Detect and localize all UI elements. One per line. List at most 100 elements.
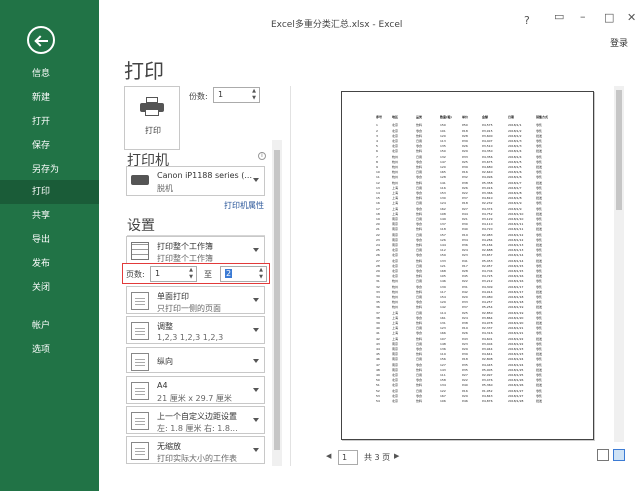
preview-cell: 日期 <box>508 115 515 119</box>
chevron-down-icon <box>253 328 259 332</box>
nav-item[interactable]: 共享 <box>0 204 99 228</box>
preview-cell: 数量(箱) <box>440 115 452 119</box>
paper-icon <box>131 382 149 400</box>
nav-item[interactable]: 打开 <box>0 110 99 134</box>
nav-item[interactable]: 保存 <box>0 134 99 158</box>
nav-item[interactable]: 选项 <box>0 338 99 362</box>
nav-item[interactable]: 帐户 <box>0 314 99 338</box>
chevron-down-icon <box>253 418 259 422</box>
sided-dropdown[interactable]: 单面打印 只打印一侧的页面 <box>126 286 265 314</box>
preview-cell: 序号 <box>376 115 383 119</box>
preview-cell: 54 <box>376 398 380 403</box>
chevron-down-icon <box>253 178 259 182</box>
maximize-icon[interactable]: □ <box>604 11 614 24</box>
scrollbar-thumb[interactable] <box>274 150 280 450</box>
nav-item[interactable]: 另存为 <box>0 158 99 182</box>
previous-page-icon[interactable]: ◀ <box>326 452 331 460</box>
pages-to-value: 2 <box>225 269 233 278</box>
collate-dropdown[interactable]: 调整 1,2,3 1,2,3 1,2,3 <box>126 316 265 344</box>
preview-cell: 批发 <box>536 398 543 403</box>
close-icon[interactable]: ✕ <box>627 11 636 24</box>
panel-divider <box>290 86 291 466</box>
portrait-icon <box>131 353 149 371</box>
paper-size-desc: 21 厘米 x 29.7 厘米 <box>157 394 232 403</box>
chevron-down-icon <box>253 248 259 252</box>
page-total: 共 3 页 <box>364 453 391 462</box>
printer-dropdown[interactable]: Canon iP1188 series (... 脱机 <box>126 166 265 196</box>
nav-item[interactable]: 发布 <box>0 252 99 276</box>
copies-value: 1 <box>218 90 224 99</box>
next-page-icon[interactable]: ▶ <box>394 452 399 460</box>
ribbon-display-icon[interactable]: ▭ <box>554 10 564 23</box>
minimize-icon[interactable]: – <box>580 10 586 23</box>
stepper-arrows-icon[interactable]: ▲ ▼ <box>187 267 195 281</box>
window-title: Excel多重分类汇总.xlsx - Excel <box>271 20 403 30</box>
preview-cell: ¥46 <box>462 398 468 403</box>
scaling-icon <box>131 442 149 460</box>
show-margins-icon[interactable] <box>597 449 609 461</box>
printer-name: Canon iP1188 series (... <box>157 171 252 180</box>
preview-cell: 单价 <box>462 115 469 119</box>
preview-cell: 金额 <box>482 115 489 119</box>
preview-cell: 品类 <box>416 115 423 119</box>
nav-item[interactable]: 打印 <box>0 180 99 204</box>
chevron-down-icon <box>253 359 259 363</box>
preview-scrollbar[interactable] <box>614 86 624 442</box>
backstage-nav: 信息 新建 打开 保存 另存为 打印 共享 导出 发布 关闭帐户 选项 <box>0 0 99 491</box>
nav-item[interactable]: 新建 <box>0 86 99 110</box>
preview-header-row: 序号 地区 品类 数量(箱) 单价 金额 日期 销售方式 <box>370 115 560 120</box>
print-button[interactable]: 打印 <box>124 86 180 150</box>
scaling-desc: 打印实际大小的工作表 <box>157 454 237 463</box>
collate-desc: 1,2,3 1,2,3 1,2,3 <box>157 333 224 342</box>
pages-range-row: 页数: 1 ▲ ▼ 至 2 ▲ ▼ <box>122 263 270 284</box>
print-scope-label: 打印整个工作簿 <box>157 242 213 251</box>
preview-cell: 2018/1/28 <box>508 398 524 403</box>
margins-label: 上一个自定义边距设置 <box>157 412 237 421</box>
pages-to-stepper[interactable]: 2 ▲ ▼ <box>220 266 267 282</box>
scaling-dropdown[interactable]: 无缩放 打印实际大小的工作表 <box>126 436 265 464</box>
preview-cell: 销售方式 <box>536 115 549 119</box>
scaling-label: 无缩放 <box>157 442 181 451</box>
preview-cell: ¥4,876 <box>482 398 493 403</box>
preview-cell: 106 <box>440 398 446 403</box>
nav-item[interactable]: 信息 <box>0 62 99 86</box>
settings-scrollbar[interactable] <box>272 140 282 466</box>
chevron-down-icon <box>253 448 259 452</box>
title-bar: Excel多重分类汇总.xlsx - Excel ? ▭ – □ ✕ 登录 <box>99 0 640 49</box>
settings-section-title: 设置 <box>127 218 155 234</box>
printer-icon <box>140 97 164 116</box>
back-arrow-icon[interactable] <box>27 26 55 54</box>
paper-size-label: A4 <box>157 381 168 390</box>
sided-desc: 只打印一侧的页面 <box>157 304 221 313</box>
table-row: 54 北京 饮料 106 ¥46 ¥4,876 2018/1/28 批发 <box>370 399 560 404</box>
pages-from-stepper[interactable]: 1 ▲ ▼ <box>150 266 197 282</box>
preview-cell: 北京 <box>392 398 399 403</box>
info-icon[interactable]: i <box>258 152 266 160</box>
sided-label: 单面打印 <box>157 292 189 301</box>
preview-cell: 地区 <box>392 115 399 119</box>
printer-small-icon <box>131 175 149 185</box>
chevron-down-icon <box>253 388 259 392</box>
pages-from-value: 1 <box>155 269 161 278</box>
print-scope-dropdown[interactable]: 打印整个工作簿 打印整个工作簿 <box>126 236 265 264</box>
print-button-label: 打印 <box>145 126 161 135</box>
help-button[interactable]: ? <box>524 14 530 27</box>
printer-properties-link[interactable]: 打印机属性 <box>224 200 264 211</box>
stepper-arrows-icon[interactable]: ▲ ▼ <box>250 88 258 102</box>
paper-size-dropdown[interactable]: A4 21 厘米 x 29.7 厘米 <box>126 376 265 404</box>
copies-stepper[interactable]: 1 ▲ ▼ <box>213 87 260 103</box>
login-link[interactable]: 登录 <box>610 36 628 49</box>
chevron-down-icon <box>253 298 259 302</box>
scrollbar-thumb[interactable] <box>616 90 622 210</box>
zoom-to-page-icon[interactable] <box>613 449 625 461</box>
margins-dropdown[interactable]: 上一个自定义边距设置 左: 1.8 厘米 右: 1.8... <box>126 406 265 434</box>
nav-item[interactable]: 关闭 <box>0 276 99 300</box>
current-page-input[interactable]: 1 <box>338 450 358 465</box>
nav-item[interactable]: 导出 <box>0 228 99 252</box>
orientation-dropdown[interactable]: 纵向 <box>126 347 265 373</box>
stepper-arrows-icon[interactable]: ▲ ▼ <box>257 267 265 281</box>
margins-desc: 左: 1.8 厘米 右: 1.8... <box>157 424 238 433</box>
printer-status: 脱机 <box>157 184 173 193</box>
pages-to-label: 至 <box>204 270 212 279</box>
collate-icon <box>131 322 149 340</box>
